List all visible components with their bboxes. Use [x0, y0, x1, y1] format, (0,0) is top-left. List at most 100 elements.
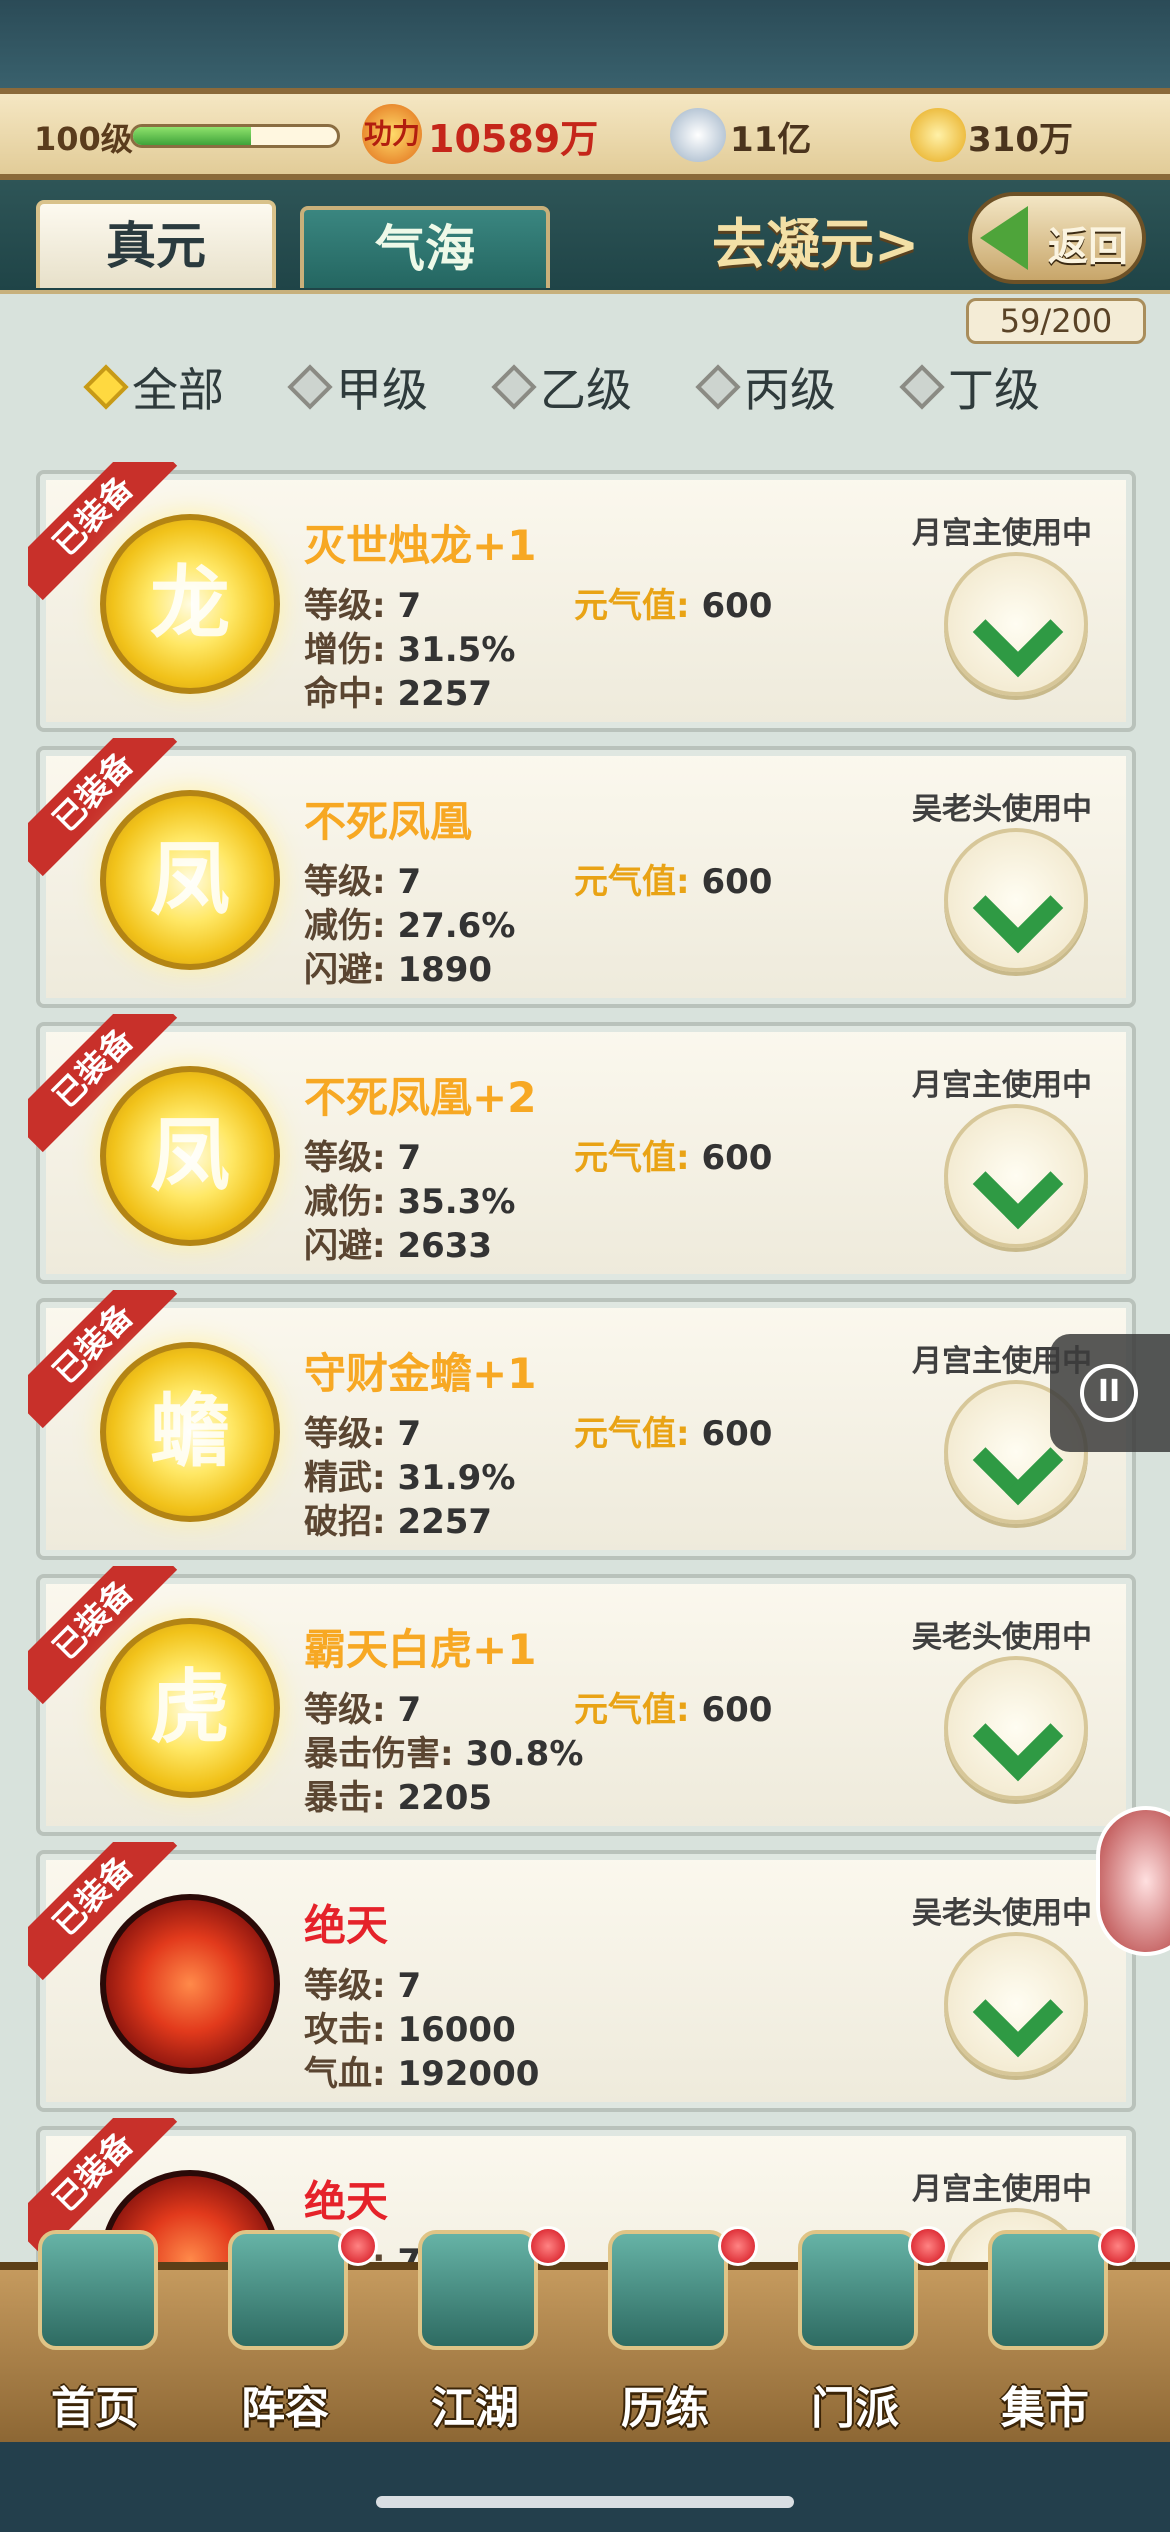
tab-header: 真元 气海 去凝元> 返回 [0, 180, 1170, 290]
item-stat: 攻击: 16000 [304, 2002, 516, 2051]
goto-ningyuan-link[interactable]: 去凝元> [712, 200, 919, 279]
filter-option[interactable]: 全部 [83, 352, 274, 422]
nav-label: 江湖 [431, 2383, 519, 2434]
item-stat: 减伤: 35.3% [304, 1174, 515, 1223]
tab-zhenyuan[interactable]: 真元 [36, 200, 276, 288]
stat-value: 35.3% [397, 1182, 516, 1222]
filter-label: 丁级 [948, 363, 1040, 417]
orb-glyph [106, 1900, 274, 2068]
item-card[interactable]: 已装备 绝天 等级: 7 攻击: 16000 气血: 192000 吴老头使用中 [28, 1842, 1136, 2112]
item-orb-icon: 虎 [100, 1618, 280, 1798]
tab-qihai-label: 气海 [375, 220, 475, 278]
bottom-strip [0, 2442, 1170, 2532]
nav-item-4[interactable]: 门派 [770, 2226, 948, 2440]
stat-key: 精武: [304, 1458, 386, 1498]
stat-value: 27.6% [397, 906, 516, 946]
item-name: 绝天 [304, 2177, 389, 2226]
grade-filters: 全部 甲级 乙级 丙级 丁级 [83, 352, 1090, 422]
silver-icon [670, 108, 726, 162]
filter-option[interactable]: 甲级 [287, 352, 478, 422]
market-icon [988, 2230, 1108, 2350]
gold-ingot-icon [910, 108, 966, 162]
nav-item-0[interactable]: 首页 [10, 2230, 180, 2440]
yuanqi-label: 元气值: [574, 586, 690, 626]
stat-value: 192000 [397, 2054, 540, 2094]
player-level: 100级 [34, 120, 133, 158]
yuanqi-value: 元气值: 600 [574, 1406, 772, 1455]
item-stat: 闪避: 2633 [304, 1218, 492, 1267]
stat-key: 等级: [304, 586, 386, 626]
item-list[interactable]: 已装备龙灭世烛龙+1 等级: 7 增伤: 31.5% 命中: 2257 元气值: 600… [28, 462, 1136, 2402]
stat-value: 30.8% [465, 1734, 584, 1774]
expand-button[interactable] [944, 1104, 1088, 1248]
diamond-icon [287, 364, 333, 410]
yuanqi-value: 元气值: 600 [574, 578, 772, 627]
yuanqi-number: 600 [701, 586, 773, 626]
stat-value: 31.5% [397, 630, 516, 670]
floating-avatar[interactable] [1096, 1806, 1170, 1956]
item-stat: 闪避: 1890 [304, 942, 492, 991]
tab-qihai[interactable]: 气海 [300, 206, 550, 288]
silver-value: 11亿 [730, 120, 812, 160]
jianghu-icon [418, 2230, 538, 2350]
pause-button[interactable]: II [1050, 1334, 1170, 1452]
stat-key: 破招: [304, 1502, 386, 1542]
formation-icon [228, 2230, 348, 2350]
notification-dot [718, 2226, 758, 2266]
filter-option[interactable]: 乙级 [491, 352, 682, 422]
stat-value: 2205 [397, 1778, 493, 1818]
nav-item-1[interactable]: 阵容 [200, 2226, 378, 2440]
nav-label: 阵容 [241, 2383, 329, 2434]
item-name: 守财金蟾+1 [304, 1349, 537, 1398]
stat-value: 1890 [397, 950, 493, 990]
item-name: 霸天白虎+1 [304, 1625, 537, 1674]
item-stat: 增伤: 31.5% [304, 622, 515, 671]
item-user: 月宫主使用中 [912, 516, 1092, 551]
gold-value: 310万 [968, 120, 1073, 160]
notification-dot [908, 2226, 948, 2266]
item-card[interactable]: 已装备虎霸天白虎+1 等级: 7 暴击伤害: 30.8% 暴击: 2205 元气值: 6… [28, 1566, 1136, 1836]
filter-option[interactable]: 丙级 [695, 352, 886, 422]
item-stat: 等级: 7 [304, 578, 421, 627]
item-card[interactable]: 已装备蟾守财金蟾+1 等级: 7 精武: 31.9% 破招: 2257 元气值: 600… [28, 1290, 1136, 1560]
item-orb-icon [100, 1894, 280, 2074]
diamond-icon [695, 364, 741, 410]
item-stat: 破招: 2257 [304, 1494, 492, 1543]
item-stat: 气血: 192000 [304, 2046, 539, 2095]
item-stat: 暴击: 2205 [304, 1770, 492, 1819]
stat-key: 气血: [304, 2054, 386, 2094]
stat-value: 2633 [397, 1226, 493, 1266]
filter-option[interactable]: 丁级 [899, 352, 1090, 422]
stat-key: 命中: [304, 674, 386, 714]
filter-label: 全部 [132, 363, 224, 417]
filter-label: 甲级 [336, 363, 428, 417]
stat-key: 暴击伤害: [304, 1734, 454, 1774]
stat-key: 闪避: [304, 1226, 386, 1266]
item-orb-icon: 蟾 [100, 1342, 280, 1522]
diamond-icon [491, 364, 537, 410]
expand-button[interactable] [944, 552, 1088, 696]
diamond-icon [83, 364, 129, 410]
nav-item-5[interactable]: 集市 [960, 2226, 1138, 2440]
nav-item-3[interactable]: 历练 [580, 2226, 758, 2440]
notification-dot [528, 2226, 568, 2266]
expand-button[interactable] [944, 828, 1088, 972]
item-orb-icon: 龙 [100, 514, 280, 694]
item-panel: 59/200 全部 甲级 乙级 丙级 丁级 已装备龙灭世烛龙+1 等级: 7 增伤: 31.… [0, 290, 1170, 2388]
bottom-nav: 首页 阵容 江湖 历练 门派 集市 [0, 2226, 1170, 2442]
expand-button[interactable] [944, 1932, 1088, 2076]
filter-label: 丙级 [744, 363, 836, 417]
nav-item-2[interactable]: 江湖 [390, 2226, 568, 2440]
item-card[interactable]: 已装备凤不死凤凰+2 等级: 7 减伤: 35.3% 闪避: 2633 元气值: 600… [28, 1014, 1136, 1284]
home-indicator[interactable] [376, 2496, 794, 2508]
yuanqi-label: 元气值: [574, 1138, 690, 1178]
item-user: 吴老头使用中 [912, 792, 1092, 827]
stat-value: 7 [397, 862, 422, 902]
item-stat: 等级: 7 [304, 1406, 421, 1455]
expand-button[interactable] [944, 1656, 1088, 1800]
item-card[interactable]: 已装备龙灭世烛龙+1 等级: 7 增伤: 31.5% 命中: 2257 元气值: 600… [28, 462, 1136, 732]
item-card[interactable]: 已装备凤不死凤凰 等级: 7 减伤: 27.6% 闪避: 1890 元气值: 600 吴老… [28, 738, 1136, 1008]
back-button[interactable]: 返回 [968, 192, 1146, 284]
nav-label: 历练 [621, 2383, 709, 2434]
item-stat: 等级: 7 [304, 1958, 421, 2007]
